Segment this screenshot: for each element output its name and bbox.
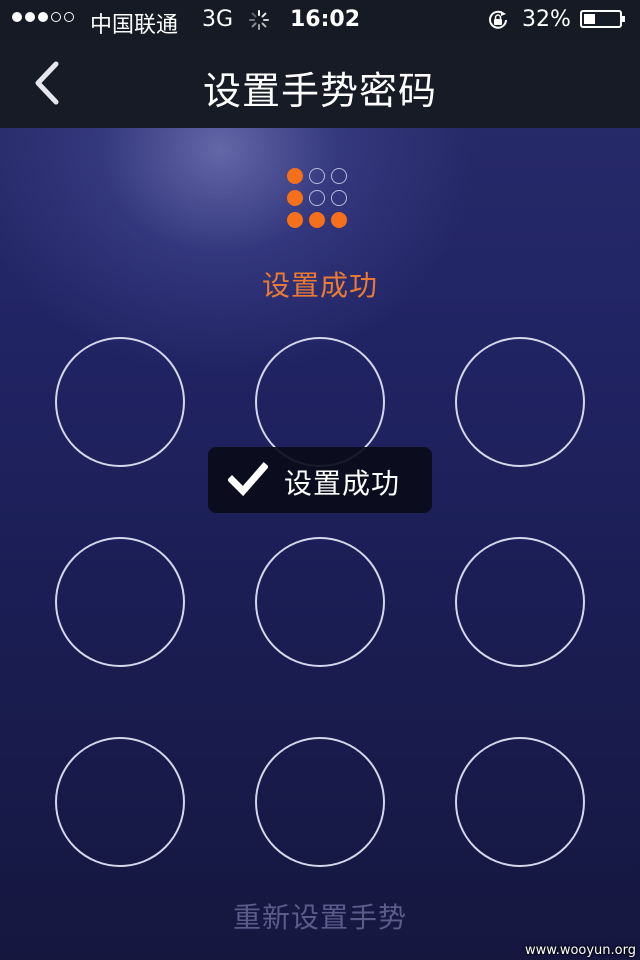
rotation-lock-icon bbox=[486, 8, 510, 38]
status-bar: 中国联通 3G 16:02 32% bbox=[0, 0, 640, 40]
gesture-node[interactable] bbox=[255, 537, 385, 667]
battery-icon bbox=[580, 10, 625, 28]
signal-strength-icon bbox=[12, 12, 74, 22]
pattern-preview-dot bbox=[309, 168, 325, 184]
reset-gesture-button[interactable]: 重新设置手势 bbox=[0, 896, 640, 936]
page-title: 设置手势密码 bbox=[202, 69, 437, 113]
gesture-node[interactable] bbox=[55, 337, 185, 467]
pattern-preview-dot bbox=[287, 190, 303, 206]
clock-time: 16:02 bbox=[290, 7, 361, 32]
gesture-setup-screen: 中国联通 3G 16:02 32% 设置手势密码 设置成功 设置成功 重新设置手… bbox=[0, 0, 640, 960]
gesture-node[interactable] bbox=[55, 737, 185, 867]
checkmark-icon bbox=[228, 462, 268, 497]
gesture-node[interactable] bbox=[255, 737, 385, 867]
status-message: 设置成功 bbox=[261, 269, 378, 302]
gesture-node[interactable] bbox=[55, 537, 185, 667]
activity-spinner-icon bbox=[248, 9, 270, 37]
pattern-preview bbox=[287, 168, 351, 232]
pattern-preview-dot bbox=[287, 168, 303, 184]
pattern-preview-dot bbox=[309, 190, 325, 206]
toast-message: 设置成功 bbox=[284, 467, 401, 500]
pattern-preview-dot bbox=[331, 190, 347, 206]
navigation-bar: 设置手势密码 bbox=[0, 40, 640, 128]
gesture-node[interactable] bbox=[455, 537, 585, 667]
pattern-preview-dot bbox=[309, 212, 325, 228]
carrier-label: 中国联通 bbox=[90, 13, 179, 38]
pattern-preview-dot bbox=[331, 212, 347, 228]
battery-percentage: 32% bbox=[522, 7, 571, 32]
watermark: www.wooyun.org bbox=[524, 943, 636, 958]
gesture-node[interactable] bbox=[455, 337, 585, 467]
pattern-preview-dot bbox=[287, 212, 303, 228]
network-type-label: 3G bbox=[202, 7, 234, 32]
success-toast: 设置成功 bbox=[208, 447, 432, 513]
gesture-node[interactable] bbox=[455, 737, 585, 867]
pattern-preview-dot bbox=[331, 168, 347, 184]
